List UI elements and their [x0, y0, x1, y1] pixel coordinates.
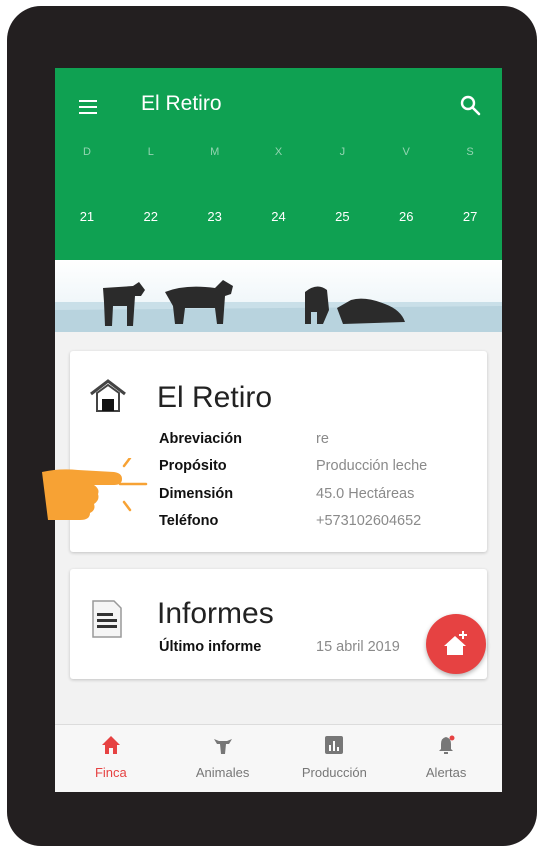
week-dates: 21 22 23 24 25 26 27 [55, 209, 502, 224]
detail-row: Último informe 15 abril 2019 [159, 633, 400, 661]
nav-label: Animales [195, 765, 250, 780]
detail-row: Teléfono +573102604652 [159, 508, 427, 536]
cattle-silhouette-image [55, 280, 502, 332]
nav-item-finca[interactable]: Finca [55, 725, 167, 792]
weekday-letter: L [147, 146, 154, 158]
detail-value: 45.0 Hectáreas [316, 485, 415, 502]
home-icon [101, 736, 120, 754]
date-cell[interactable]: 26 [374, 209, 438, 224]
detail-value: +573102604652 [316, 513, 422, 530]
detail-label: Dimensión [159, 485, 234, 502]
cattle-banner [55, 260, 502, 332]
date-cell[interactable]: 25 [310, 209, 374, 224]
weekday-letter: D [82, 146, 91, 158]
search-icon[interactable] [459, 94, 481, 116]
detail-label: Teléfono [159, 513, 219, 530]
detail-value: 15 abril 2019 [316, 638, 400, 655]
detail-row: Propósito Producción leche [159, 453, 427, 481]
nav-label: Alertas [425, 765, 467, 780]
add-farm-button[interactable] [426, 614, 486, 674]
date-cell[interactable]: 21 [55, 209, 119, 224]
detail-label: Abreviación [159, 430, 242, 447]
app-bar: El Retiro D L M X J V S 21 22 23 24 25 2… [55, 68, 502, 260]
nav-item-produccion[interactable]: Producción [279, 725, 391, 792]
weekday-letter: S [466, 146, 474, 158]
detail-value: Producción leche [316, 458, 428, 475]
date-cell[interactable]: 23 [183, 209, 247, 224]
add-farm-icon [444, 631, 467, 655]
detail-label: Último informe [159, 638, 262, 655]
reports-details: Último informe 15 abril 2019 [159, 633, 400, 661]
detail-value: re [316, 430, 329, 447]
document-icon [92, 600, 122, 638]
app-screen: El Retiro D L M X J V S 21 22 23 24 25 2… [55, 68, 502, 792]
barn-icon [90, 379, 126, 412]
pointing-hand-icon [42, 458, 148, 520]
weekday-letter: J [339, 146, 346, 158]
detail-row: Abreviación re [159, 425, 427, 453]
cow-icon [213, 739, 232, 754]
date-cell[interactable]: 24 [247, 209, 311, 224]
bottom-navigation: Finca Animales Producción Alertas [55, 724, 502, 792]
detail-row: Dimensión 45.0 Hectáreas [159, 480, 427, 508]
nav-label: Finca [94, 765, 127, 780]
date-cell[interactable]: 27 [438, 209, 502, 224]
weekday-letter: X [274, 146, 283, 158]
date-cell[interactable]: 22 [119, 209, 183, 224]
farm-details: Abreviación re Propósito Producción lech… [159, 425, 427, 535]
chart-icon [325, 736, 344, 754]
reports-card[interactable]: Informes Último informe 15 abril 2019 [70, 569, 487, 679]
nav-item-alertas[interactable]: Alertas [390, 725, 502, 792]
farm-title: El Retiro [157, 381, 273, 414]
nav-label: Producción [301, 765, 367, 780]
weekday-letters: D L M X J V S [55, 146, 502, 158]
bell-icon [439, 735, 455, 754]
nav-item-animales[interactable]: Animales [167, 725, 279, 792]
detail-label: Propósito [159, 458, 227, 475]
weekday-letter: M [210, 146, 220, 158]
app-title: El Retiro [141, 92, 222, 115]
menu-icon[interactable] [79, 100, 97, 114]
weekday-letter: V [402, 146, 410, 158]
reports-title: Informes [157, 597, 274, 630]
